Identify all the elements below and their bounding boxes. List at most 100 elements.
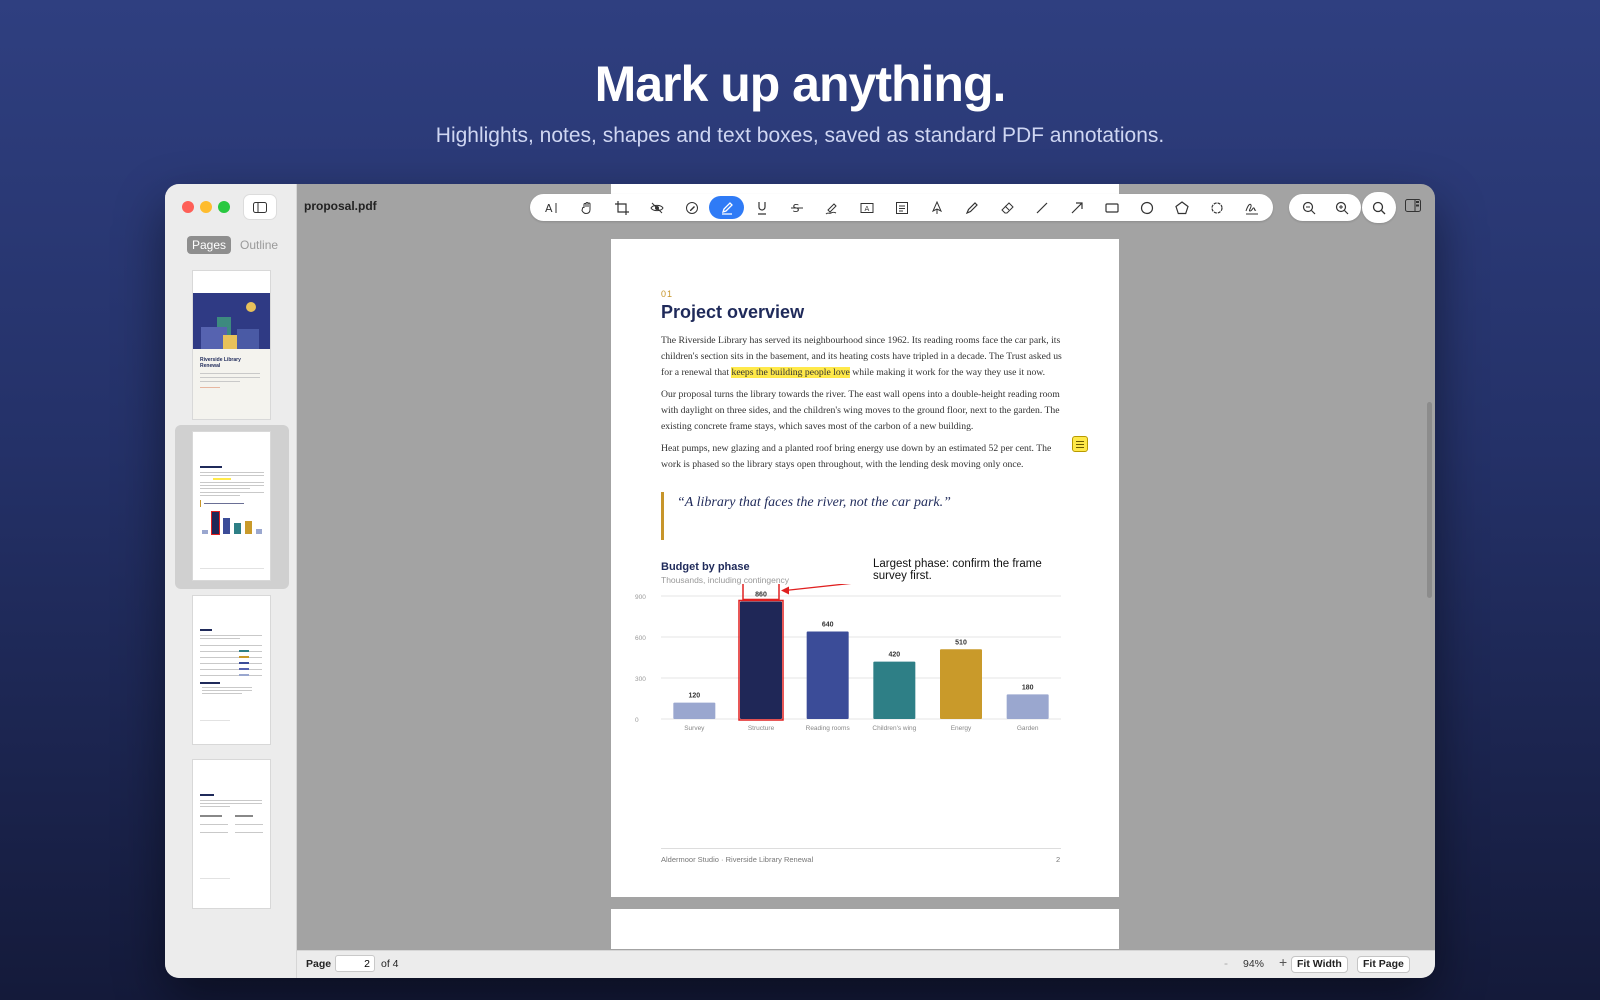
y-tick-label: 300: [635, 676, 646, 683]
sticky-note-annotation[interactable]: [1072, 436, 1088, 452]
section-number: 01: [661, 289, 674, 299]
paragraph-2[interactable]: Our proposal turns the library towards t…: [661, 387, 1071, 435]
thumbnail-image: Riverside Library Renewal: [192, 270, 271, 420]
y-tick-label: 0: [635, 717, 639, 724]
arrow-annotation: [784, 584, 852, 592]
underline-icon[interactable]: [744, 196, 779, 219]
strikethrough-icon[interactable]: S: [779, 196, 814, 219]
data-label: 120: [688, 693, 700, 700]
search-icon: [1372, 201, 1386, 214]
svg-text:A: A: [864, 205, 869, 213]
polygon-icon[interactable]: [1164, 196, 1199, 219]
zoom-out-icon[interactable]: [1292, 196, 1325, 219]
sidebar-toggle-button[interactable]: [243, 194, 277, 220]
chart-title: Budget by phase: [661, 561, 750, 573]
ink-icon[interactable]: [919, 196, 954, 219]
y-tick-label: 900: [635, 594, 646, 601]
rectangle-icon[interactable]: [1094, 196, 1129, 219]
hero-title: Mark up anything.: [594, 56, 1007, 112]
next-page-edge: [611, 909, 1119, 949]
data-label: 510: [955, 639, 967, 646]
thumbnail-title: Riverside Library Renewal: [200, 357, 241, 369]
tab-pages[interactable]: Pages: [187, 236, 232, 254]
x-tick-label: Energy: [951, 725, 972, 732]
page-label: Page: [306, 958, 332, 970]
zoom-increase-button[interactable]: +: [1279, 954, 1287, 970]
data-label: 860: [755, 591, 767, 598]
page-thumbnail-1[interactable]: Riverside Library Renewal: [175, 264, 289, 428]
annotation-toolbar: A S A: [530, 194, 1273, 221]
pdf-page[interactable]: 01 Project overview The Riverside Librar…: [611, 239, 1119, 897]
page-heading: Project overview: [661, 302, 805, 322]
minimize-window-button[interactable]: [200, 201, 212, 213]
x-tick-label: Structure: [748, 725, 775, 732]
fit-page-button[interactable]: Fit Page: [1357, 956, 1410, 973]
bar: [806, 631, 849, 719]
zoom-level: 94%: [1243, 958, 1265, 970]
sidebar-icon: [253, 201, 267, 213]
hero-subtitle: Highlights, notes, shapes and text boxes…: [435, 124, 1165, 147]
note-icon[interactable]: [884, 196, 919, 219]
text-select-icon[interactable]: A: [534, 196, 569, 219]
zoom-decrease-button[interactable]: -: [1224, 956, 1228, 970]
pencil-icon[interactable]: [954, 196, 989, 219]
search-button[interactable]: [1362, 192, 1396, 223]
zoom-controls: [1289, 194, 1361, 221]
thumbnail-image: [192, 759, 271, 909]
arrow-head-annotation: [781, 586, 789, 595]
fit-width-button[interactable]: Fit Width: [1291, 956, 1348, 973]
x-tick-label: Reading rooms: [806, 725, 851, 732]
thumbnail-image: ​: [192, 431, 271, 581]
status-bar: Page of 4 - 94% + Fit Width Fit Page: [297, 950, 1435, 978]
tab-outline[interactable]: Outline: [235, 236, 283, 254]
line-icon[interactable]: [1024, 196, 1059, 219]
app-window: Pages Outline Riverside Library Renewal: [165, 184, 1435, 978]
footer-left: Aldermoor Studio · Riverside Library Ren…: [661, 855, 814, 864]
highlight-annotation[interactable]: keeps the building people love: [731, 367, 850, 378]
squiggle-icon[interactable]: [814, 196, 849, 219]
paragraph-3[interactable]: Heat pumps, new glazing and a planted ro…: [661, 441, 1071, 473]
page-thumbnail-3[interactable]: [175, 589, 289, 753]
annotate-icon[interactable]: [674, 196, 709, 219]
quote-bar: [661, 492, 664, 540]
highlight-pen-icon[interactable]: [709, 196, 744, 219]
svg-text:A: A: [545, 202, 553, 215]
page-number: 2: [1056, 855, 1061, 864]
eraser-icon[interactable]: [989, 196, 1024, 219]
x-tick-label: Survey: [684, 725, 705, 732]
x-tick-label: Children's wing: [872, 725, 916, 732]
bar: [873, 661, 916, 719]
x-tick-label: Garden: [1017, 725, 1039, 732]
text-box-icon[interactable]: A: [849, 196, 884, 219]
ellipse-icon[interactable]: [1129, 196, 1164, 219]
cloud-icon[interactable]: [1199, 196, 1234, 219]
redact-eye-icon[interactable]: [639, 196, 674, 219]
text-box-annotation[interactable]: Largest phase: confirm the frame survey …: [873, 558, 1063, 582]
bar: [740, 601, 782, 719]
bar: [1006, 694, 1049, 719]
arrow-icon[interactable]: [1059, 196, 1094, 219]
zoom-in-icon[interactable]: [1325, 196, 1358, 219]
y-tick-label: 600: [635, 635, 646, 642]
hand-icon[interactable]: [569, 196, 604, 219]
bar: [673, 702, 716, 719]
scrollbar-thumb[interactable]: [1427, 402, 1432, 598]
zoom-window-button[interactable]: [218, 201, 230, 213]
page-thumbnail-2[interactable]: ​: [175, 425, 289, 589]
signature-icon[interactable]: [1234, 196, 1269, 219]
inspector-icon: [1405, 199, 1421, 212]
sidebar: Pages Outline Riverside Library Renewal: [165, 184, 297, 978]
crop-icon[interactable]: [604, 196, 639, 219]
paragraph-1[interactable]: The Riverside Library has served its nei…: [661, 333, 1071, 381]
pull-quote: “A library that faces the river, not the…: [677, 495, 951, 510]
footer-rule: [661, 848, 1061, 849]
document-title: proposal.pdf: [304, 199, 377, 213]
data-label: 180: [1022, 684, 1034, 691]
sidebar-tabs: Pages Outline: [187, 236, 283, 254]
page-number-input[interactable]: [335, 955, 375, 972]
data-label: 640: [822, 622, 834, 629]
close-window-button[interactable]: [182, 201, 194, 213]
inspector-toggle-button[interactable]: [1405, 199, 1423, 215]
page-thumbnail-4[interactable]: [175, 753, 289, 917]
bar: [940, 649, 982, 719]
